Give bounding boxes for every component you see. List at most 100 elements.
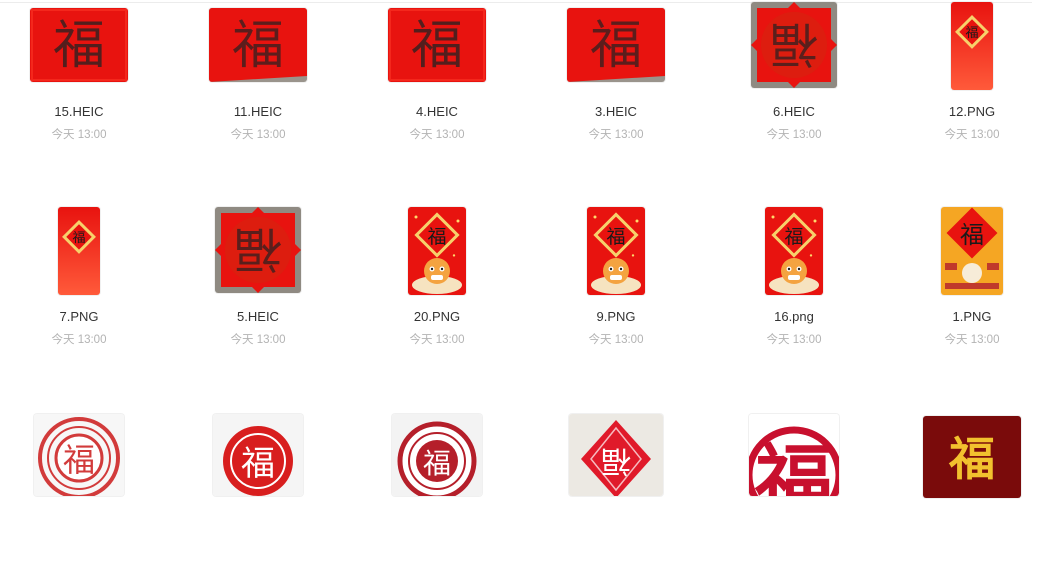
- file-date: 今天 13:00: [588, 334, 644, 346]
- file-item[interactable]: 福 15.HEIC 今天 13:00: [9, 0, 149, 160]
- file-name: 4.HEIC: [416, 104, 458, 119]
- thumbnail-area: 福: [724, 410, 864, 506]
- file-name: 1.PNG: [952, 309, 992, 324]
- thumbnail-image: 福: [567, 8, 665, 82]
- file-item[interactable]: 福 3.HEIC 今天 13:00: [546, 0, 686, 160]
- thumbnail-area: 福: [546, 205, 686, 301]
- fu-glyph: 福: [754, 436, 833, 496]
- thumbnail-area: 福: [188, 410, 328, 506]
- file-date: 今天 13:00: [766, 129, 822, 141]
- file-thumbnail[interactable]: 福: [941, 207, 1003, 295]
- file-item[interactable]: 福 6.HEIC 今天 13:00: [724, 0, 864, 160]
- file-name: 12.PNG: [948, 104, 996, 119]
- thumbnail-image: 福: [941, 207, 1003, 295]
- file-item[interactable]: 福: [724, 410, 864, 570]
- file-item[interactable]: 福 20.PNG 今天 13:00: [367, 205, 507, 365]
- thumbnail-image: 福: [587, 207, 645, 295]
- file-name: 7.PNG: [59, 309, 99, 324]
- file-item[interactable]: 福 16.png 今天 13:00: [724, 205, 864, 365]
- fu-glyph: 福: [770, 16, 818, 72]
- file-thumbnail[interactable]: 福: [567, 8, 665, 82]
- file-thumbnail[interactable]: 福: [388, 8, 486, 82]
- thumbnail-area: 福: [188, 0, 328, 96]
- file-thumbnail[interactable]: 福: [751, 2, 837, 88]
- file-name: 20.PNG: [413, 309, 461, 324]
- file-date: 今天 13:00: [409, 129, 465, 141]
- fu-glyph: 福: [423, 447, 451, 480]
- file-name: 3.HEIC: [595, 104, 637, 119]
- file-date: 今天 13:00: [230, 334, 286, 346]
- file-thumbnail[interactable]: 福: [408, 207, 466, 295]
- file-item[interactable]: 福 4.HEIC 今天 13:00: [367, 0, 507, 160]
- thumbnail-image: 福: [569, 414, 663, 496]
- thumbnail-image: 福: [751, 2, 837, 88]
- file-thumbnail[interactable]: 福: [923, 416, 1021, 498]
- file-thumbnail[interactable]: 福: [749, 414, 839, 496]
- file-thumbnail[interactable]: 福: [215, 207, 301, 293]
- thumbnail-area: 福: [546, 0, 686, 96]
- fu-glyph: 福: [606, 226, 625, 248]
- thumbnail-area: 福: [367, 0, 507, 96]
- file-date: 今天 13:00: [230, 129, 286, 141]
- thumbnail-image: 福: [749, 414, 839, 496]
- file-thumbnail[interactable]: 福: [34, 414, 124, 496]
- fu-glyph: 福: [784, 226, 803, 248]
- file-item[interactable]: 福: [546, 410, 686, 570]
- file-item[interactable]: 福 12.PNG 今天 13:00: [902, 0, 1039, 160]
- thumbnail-area: 福: [9, 0, 149, 96]
- thumbnail-area: 福: [902, 0, 1039, 96]
- file-date: 今天 13:00: [51, 129, 107, 141]
- thumbnail-image: 福: [215, 207, 301, 293]
- thumbnail-area: 福: [367, 205, 507, 301]
- thumbnail-image: 福: [30, 8, 128, 82]
- thumbnail-area: 福: [367, 410, 507, 506]
- thumbnail-area: 福: [9, 410, 149, 506]
- file-item[interactable]: 福: [367, 410, 507, 570]
- thumbnail-image: 福: [765, 207, 823, 295]
- thumbnail-area: 福: [188, 205, 328, 301]
- file-name: 16.png: [774, 309, 814, 324]
- file-thumbnail[interactable]: 福: [30, 8, 128, 82]
- file-thumbnail[interactable]: 福: [765, 207, 823, 295]
- file-thumbnail[interactable]: 福: [209, 8, 307, 82]
- file-thumbnail[interactable]: 福: [587, 207, 645, 295]
- fu-glyph: 福: [72, 231, 85, 246]
- file-name: 6.HEIC: [773, 104, 815, 119]
- thumbnail-image: 福: [58, 207, 100, 295]
- file-date: 今天 13:00: [944, 129, 1000, 141]
- file-thumbnail[interactable]: 福: [951, 2, 993, 90]
- file-item[interactable]: 福: [188, 410, 328, 570]
- file-name: 9.PNG: [596, 309, 636, 324]
- thumbnail-image: 福: [34, 414, 124, 496]
- thumbnail-image: 福: [388, 8, 486, 82]
- file-item[interactable]: 福 11.HEIC 今天 13:00: [188, 0, 328, 160]
- file-grid: 福 15.HEIC 今天 13:00 福 11.HEIC 今天 13:00 福 4.HEI…: [0, 0, 1039, 498]
- file-date: 今天 13:00: [51, 334, 107, 346]
- file-item[interactable]: 福 1.PNG 今天 13:00: [902, 205, 1039, 365]
- fu-glyph: 福: [241, 444, 275, 484]
- file-name: 5.HEIC: [237, 309, 279, 324]
- file-name: 15.HEIC: [54, 104, 104, 119]
- file-thumbnail[interactable]: 福: [569, 414, 663, 496]
- file-date: 今天 13:00: [588, 129, 644, 141]
- fu-glyph: 福: [63, 441, 95, 479]
- thumbnail-area: 福: [9, 205, 149, 301]
- file-item[interactable]: 福 7.PNG 今天 13:00: [9, 205, 149, 365]
- thumbnail-image: 福: [209, 8, 307, 82]
- file-item[interactable]: 福 9.PNG 今天 13:00: [546, 205, 686, 365]
- file-name: 11.HEIC: [233, 104, 283, 119]
- fu-glyph: 福: [411, 16, 463, 76]
- fu-glyph: 福: [427, 226, 446, 248]
- thumbnail-image: 福: [213, 414, 303, 496]
- file-thumbnail[interactable]: 福: [392, 414, 482, 496]
- file-item[interactable]: 福: [9, 410, 149, 570]
- file-item[interactable]: 福: [902, 410, 1039, 570]
- fu-glyph: 福: [590, 16, 642, 76]
- file-thumbnail[interactable]: 福: [58, 207, 100, 295]
- file-thumbnail[interactable]: 福: [213, 414, 303, 496]
- thumbnail-area: 福: [902, 410, 1039, 506]
- file-item[interactable]: 福 5.HEIC 今天 13:00: [188, 205, 328, 365]
- fu-glyph: 福: [965, 26, 978, 41]
- fu-glyph: 福: [960, 221, 984, 249]
- thumbnail-area: 福: [902, 205, 1039, 301]
